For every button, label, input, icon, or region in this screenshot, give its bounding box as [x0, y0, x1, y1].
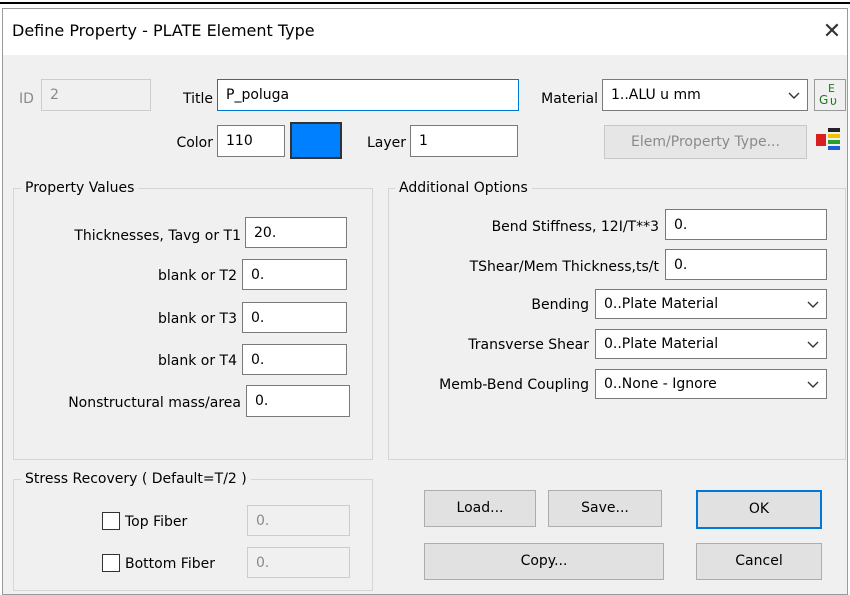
chevron-down-icon — [807, 381, 819, 388]
close-icon[interactable]: ✕ — [818, 15, 846, 49]
material-select[interactable]: 1..ALU u mm — [602, 79, 808, 111]
property-values-title: Property Values — [21, 179, 139, 197]
chevron-down-icon — [807, 341, 819, 348]
title-label: Title — [182, 91, 213, 107]
memb-bend-coupling-value: 0..None - Ignore — [604, 376, 717, 392]
thickness-t1-label: Thicknesses, Tavg or T1 — [74, 228, 241, 244]
thickness-t4-label: blank or T4 — [157, 353, 237, 369]
bottom-fiber-label: Bottom Fiber — [125, 556, 215, 572]
additional-options-title: Additional Options — [395, 179, 532, 197]
id-field: 2 — [41, 79, 151, 111]
screen-top-border — [0, 2, 850, 4]
bend-stiffness-input[interactable]: 0. — [665, 209, 827, 240]
thickness-t4-input[interactable]: 0. — [242, 344, 347, 375]
layer-input[interactable]: 1 — [410, 125, 518, 157]
nonstructural-mass-input[interactable]: 0. — [246, 385, 350, 417]
id-label: ID — [19, 91, 34, 107]
title-bar: Define Property - PLATE Element Type ✕ — [3, 9, 847, 55]
tshear-label: TShear/Mem Thickness,ts/t — [469, 259, 659, 275]
bending-label: Bending — [531, 297, 589, 313]
material-editor-button[interactable]: E G υ — [814, 79, 846, 111]
color-input[interactable]: 110 — [217, 125, 285, 157]
define-property-dialog: Define Property - PLATE Element Type ✕ I… — [2, 8, 848, 595]
svg-text:υ: υ — [830, 94, 837, 108]
material-label: Material — [541, 91, 598, 107]
thickness-t3-label: blank or T3 — [157, 311, 237, 327]
chevron-down-icon — [788, 92, 800, 99]
copy-button[interactable]: Copy... — [424, 543, 664, 580]
transverse-shear-value: 0..Plate Material — [604, 336, 719, 352]
layer-label: Layer — [366, 135, 406, 151]
bend-stiffness-label: Bend Stiffness, 12I/T**3 — [491, 219, 659, 235]
color-swatch-button[interactable] — [290, 122, 342, 159]
bottom-fiber-input: 0. — [247, 547, 350, 578]
ok-button[interactable]: OK — [696, 490, 822, 529]
thickness-t2-input[interactable]: 0. — [242, 259, 347, 290]
cancel-button[interactable]: Cancel — [696, 543, 822, 580]
material-function-icon: E G υ — [819, 82, 837, 108]
stress-recovery-title: Stress Recovery ( Default=T/2 ) — [21, 470, 251, 488]
color-label: Color — [176, 135, 213, 151]
thickness-t3-input[interactable]: 0. — [242, 302, 347, 333]
tshear-input[interactable]: 0. — [665, 249, 827, 280]
memb-bend-coupling-label: Memb-Bend Coupling — [439, 377, 589, 393]
chevron-down-icon — [807, 301, 819, 308]
title-input[interactable]: P_poluga — [217, 79, 519, 111]
material-value: 1..ALU u mm — [611, 87, 701, 103]
transverse-shear-label: Transverse Shear — [468, 337, 589, 353]
elem-property-type-button: Elem/Property Type... — [604, 125, 807, 159]
thickness-t1-input[interactable]: 20. — [245, 217, 347, 248]
svg-text:G: G — [819, 93, 828, 107]
save-button[interactable]: Save... — [548, 490, 662, 527]
transverse-shear-select[interactable]: 0..Plate Material — [595, 329, 827, 359]
load-button[interactable]: Load... — [424, 490, 536, 527]
memb-bend-coupling-select[interactable]: 0..None - Ignore — [595, 369, 827, 399]
layer-manager-button[interactable] — [814, 125, 846, 157]
top-fiber-label: Top Fiber — [125, 514, 188, 530]
bending-value: 0..Plate Material — [604, 296, 719, 312]
top-fiber-checkbox[interactable] — [102, 512, 120, 530]
layer-stack-icon — [816, 128, 840, 150]
thickness-t2-label: blank or T2 — [157, 268, 237, 284]
top-fiber-input: 0. — [247, 505, 350, 536]
bending-select[interactable]: 0..Plate Material — [595, 289, 827, 319]
bottom-fiber-checkbox[interactable] — [102, 554, 120, 572]
nonstructural-mass-label: Nonstructural mass/area — [68, 395, 241, 411]
window-title: Define Property - PLATE Element Type — [12, 21, 315, 40]
